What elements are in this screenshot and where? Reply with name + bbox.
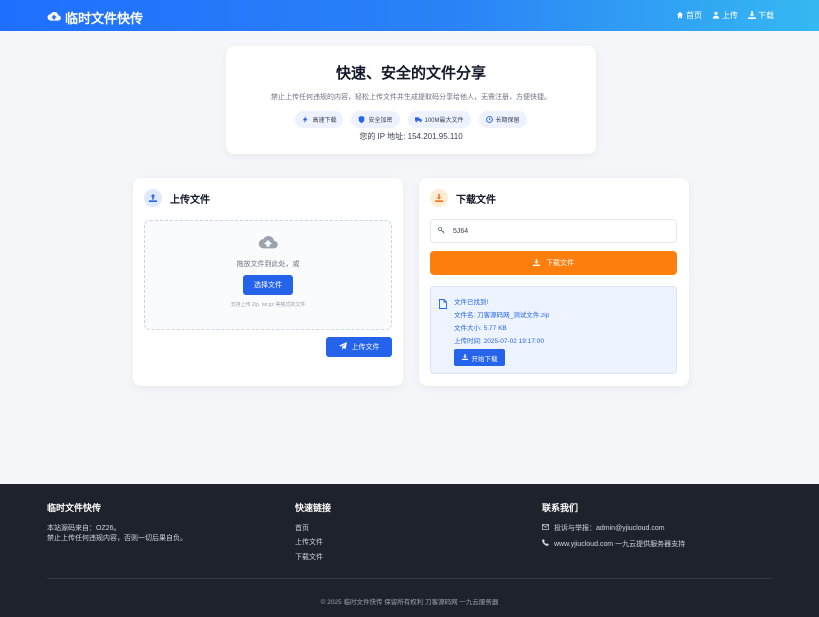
nav-download[interactable]: 下载 xyxy=(748,10,774,21)
contact-email-row[interactable]: 投诉与举报：admin@yjiucloud.com xyxy=(542,523,685,535)
contact-email: 投诉与举报：admin@yjiucloud.com xyxy=(554,524,665,532)
dropzone-text: 拖放文件到此处，或 xyxy=(236,261,300,268)
hero-subtitle: 禁止上传任何违规的内容，轻松上传文件并生成提取码分享给他人，无需注册，方便快捷。 xyxy=(271,94,551,101)
file-name-label: 文件名: xyxy=(454,312,476,319)
footer-link-download[interactable]: 下载文件 xyxy=(295,553,331,564)
start-download-label: 开始下载 xyxy=(471,355,498,363)
upload-time-value: 2025-07-02 19:17:00 xyxy=(483,338,544,345)
extract-code-value: 5J64 xyxy=(453,227,469,235)
footer: 临时文件快传 本站源码来自：OZ26。 禁止上传任何违规内容，否则一切后果自负。… xyxy=(0,484,819,617)
envelope-icon xyxy=(542,523,549,535)
upload-button-label: 上传文件 xyxy=(351,344,380,351)
badge-secure: 安全加密 xyxy=(351,111,400,128)
footer-divider xyxy=(47,578,772,579)
brand[interactable]: 临时文件快传 xyxy=(47,8,143,27)
footer-links: 快速链接 首页 上传文件 下载文件 xyxy=(295,502,331,567)
choose-file-button[interactable]: 选择文件 xyxy=(243,275,293,295)
badge-retention: 长期保留 xyxy=(478,111,527,128)
ip-address: 您的 IP 地址: 154.201.95.110 xyxy=(226,131,596,142)
footer-about-line1: 本站源码来自：OZ26。 xyxy=(47,524,121,532)
paper-plane-icon xyxy=(338,342,347,352)
upload-button[interactable]: 上传文件 xyxy=(326,337,392,357)
file-icon xyxy=(439,296,447,314)
hero-card: 快速、安全的文件分享 禁止上传任何违规的内容，轻松上传文件并生成提取码分享给他人… xyxy=(226,46,596,154)
top-navbar: 临时文件快传 首页 上传 下载 xyxy=(0,0,819,31)
file-found-title: 文件已找到! xyxy=(454,299,489,306)
nav-home[interactable]: 首页 xyxy=(676,10,702,21)
contact-site: www.yjiucloud.com 一九云提供服务器支持 xyxy=(554,540,686,548)
nav-upload[interactable]: 上传 xyxy=(712,10,738,21)
nav-home-label: 首页 xyxy=(686,11,702,20)
main-nav: 首页 上传 下载 xyxy=(676,10,774,21)
file-info-panel: 文件已找到! 文件名: 刀客源码网_测试文件.zip 文件大小: 5.77 KB… xyxy=(430,286,677,374)
download-button-label: 下载文件 xyxy=(546,260,574,267)
upload-card: 上传文件 拖放文件到此处，或 选择文件 支持上传 Zip, tar.gz 等格式… xyxy=(133,178,403,386)
feature-badges: 高速下载 安全加密 100M最大文件 长期保留 xyxy=(226,111,596,128)
upload-icon xyxy=(144,189,162,207)
user-upload-icon xyxy=(712,11,720,21)
upload-time-row: 上传时间: 2025-07-02 19:17:00 xyxy=(454,335,544,345)
upload-time-label: 上传时间: xyxy=(454,338,482,345)
download-icon xyxy=(461,353,468,362)
footer-contact: 联系我们 投诉与举报：admin@yjiucloud.com www.yjiuc… xyxy=(542,502,685,556)
badge-fast-label: 高速下载 xyxy=(312,118,337,124)
footer-about-title: 临时文件快传 xyxy=(47,503,102,513)
footer-about: 临时文件快传 本站源码来自：OZ26。 禁止上传任何违规内容，否则一切后果自负。 xyxy=(47,502,187,545)
download-icon xyxy=(430,189,448,207)
footer-link-home[interactable]: 首页 xyxy=(295,524,331,535)
upload-card-title: 上传文件 xyxy=(170,194,210,206)
badge-secure-label: 安全加密 xyxy=(368,118,393,124)
footer-link-upload[interactable]: 上传文件 xyxy=(295,538,331,549)
badge-size-label: 100M最大文件 xyxy=(424,118,464,124)
footer-links-title: 快速链接 xyxy=(295,503,332,513)
download-card-header: 下载文件 xyxy=(430,189,496,207)
phone-icon xyxy=(542,539,549,551)
bolt-icon xyxy=(303,116,309,123)
nav-download-label: 下载 xyxy=(758,11,774,20)
cloud-upload-icon xyxy=(47,10,61,25)
download-icon xyxy=(533,258,540,268)
file-dropzone[interactable]: 拖放文件到此处，或 选择文件 支持上传 Zip, tar.gz 等格式的文件 xyxy=(144,220,392,330)
download-card: 下载文件 5J64 下载文件 文件已找到! 文件名: 刀客源码网_测试文件.zi… xyxy=(419,178,689,386)
clock-icon xyxy=(485,116,493,123)
upload-card-header: 上传文件 xyxy=(144,189,210,207)
footer-about-line2: 禁止上传任何违规内容，否则一切后果自负。 xyxy=(47,535,187,542)
download-card-title: 下载文件 xyxy=(456,194,496,206)
shield-icon xyxy=(359,116,365,123)
ip-value: 154.201.95.110 xyxy=(407,132,463,141)
footer-copyright: © 2025 临时文件快传 保留所有权利 刀客源码网 一九云服务器 xyxy=(320,599,499,606)
extract-code-input[interactable]: 5J64 xyxy=(430,219,677,243)
cloud-upload-icon xyxy=(145,235,391,255)
hero-title: 快速、安全的文件分享 xyxy=(335,65,486,82)
brand-title: 临时文件快传 xyxy=(65,11,144,26)
nav-upload-label: 上传 xyxy=(722,11,738,20)
file-name-value: 刀客源码网_测试文件.zip xyxy=(477,312,550,319)
key-icon xyxy=(438,226,445,236)
badge-fast: 高速下载 xyxy=(295,111,344,128)
badge-size: 100M最大文件 xyxy=(407,111,471,128)
start-download-button[interactable]: 开始下载 xyxy=(454,349,505,366)
file-name-row: 文件名: 刀客源码网_测试文件.zip xyxy=(454,309,549,319)
file-size-label: 文件大小: xyxy=(454,325,482,332)
download-icon xyxy=(748,10,756,21)
badge-retention-label: 长期保留 xyxy=(495,118,520,124)
contact-site-row[interactable]: www.yjiucloud.com 一九云提供服务器支持 xyxy=(542,539,685,551)
file-size-row: 文件大小: 5.77 KB xyxy=(454,322,507,332)
dropzone-hint: 支持上传 Zip, tar.gz 等格式的文件 xyxy=(230,302,306,308)
home-icon xyxy=(676,11,684,21)
truck-icon xyxy=(414,117,422,123)
ip-label: 您的 IP 地址: xyxy=(359,132,406,141)
footer-contact-title: 联系我们 xyxy=(542,503,579,513)
file-size-value: 5.77 KB xyxy=(483,325,507,332)
download-button[interactable]: 下载文件 xyxy=(430,251,677,275)
